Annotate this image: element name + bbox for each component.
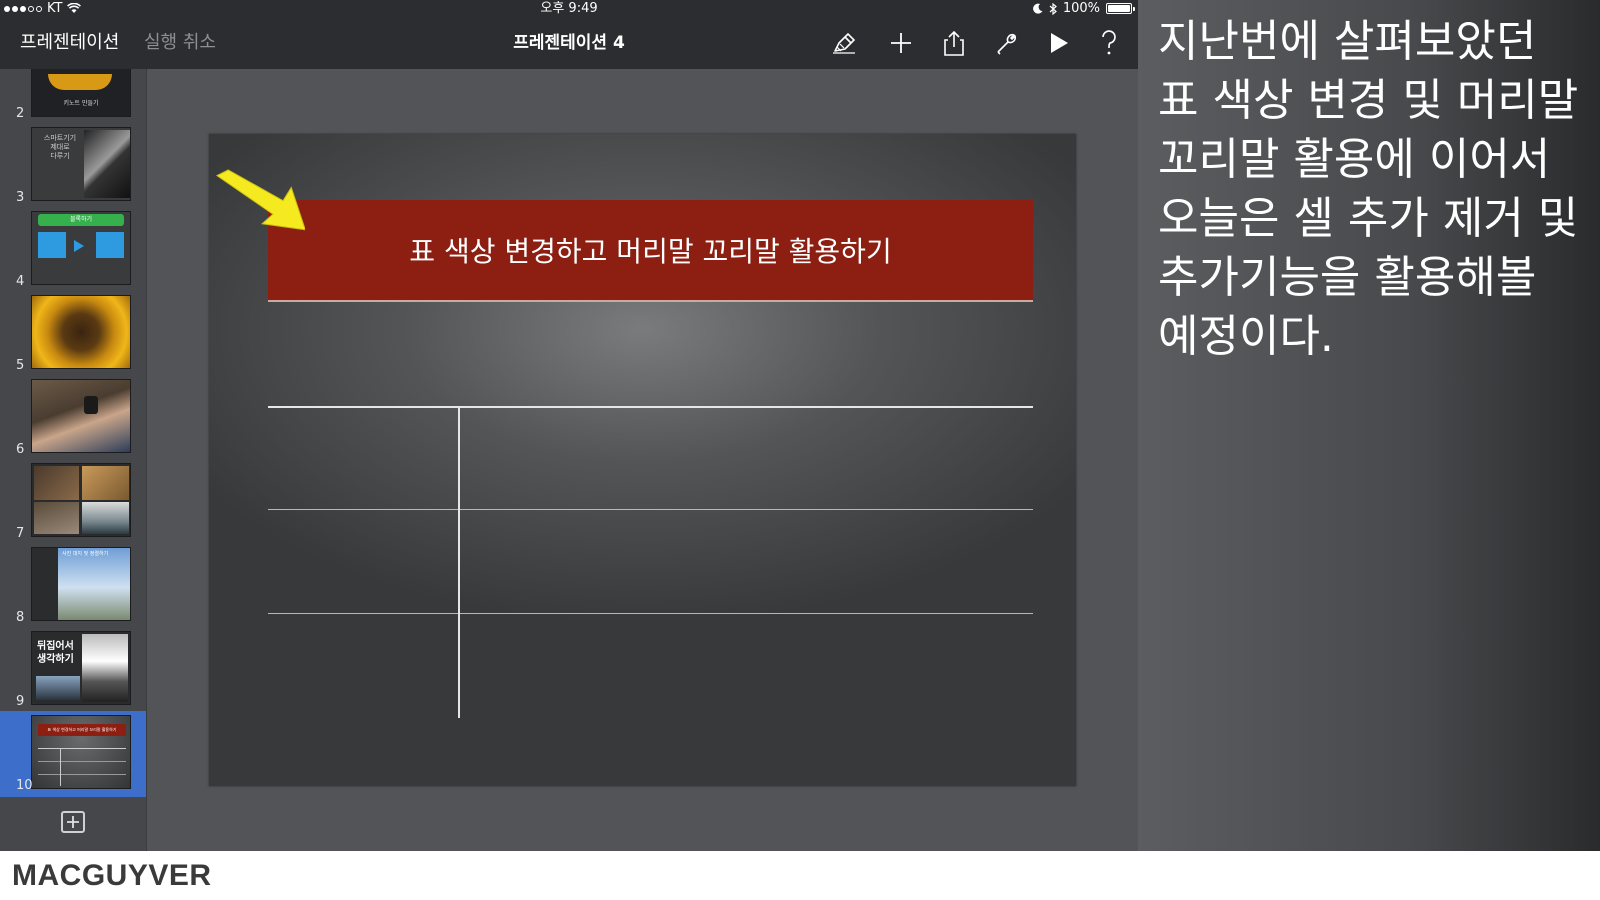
help-button[interactable] [1094, 29, 1124, 57]
slide-navigator: 키노트 만들기 2 스마트기기 제대로 다루기 3 블록하기 4 5 6 7 사… [0, 69, 147, 851]
status-time: 오후 9:49 [540, 1, 598, 16]
thumbnail-photo [84, 130, 130, 198]
play-icon [1051, 33, 1068, 53]
thumbnail-image: 뒤집어서 생각하기 [31, 631, 131, 705]
footer: MACGUYVER [0, 851, 1600, 900]
slide-number: 6 [16, 442, 25, 457]
keynote-app: KT 오후 9:49 100% 프레젠테이션 실행 취소 프레젠테이션 4 키노… [0, 0, 1138, 851]
plus-icon [67, 816, 79, 828]
slide-number: 5 [16, 358, 25, 373]
slide-thumbnail-8[interactable]: 사진 대지 및 정렬하기 8 [0, 543, 146, 629]
slide-thumbnail-10[interactable]: 표 색상 변경하고 머리말 꼬리말 활용하기 10 [0, 711, 146, 797]
watermark-logo: MACGUYVER [12, 859, 212, 892]
thumbnail-line: 다루기 [50, 152, 70, 160]
thumbnail-text: 사진 대지 및 정렬하기 [62, 551, 109, 557]
slide-thumbnail-2[interactable]: 키노트 만들기 2 [0, 69, 146, 125]
share-icon [944, 30, 964, 56]
table-cell[interactable] [460, 408, 1033, 509]
battery-icon [1106, 3, 1135, 14]
bluetooth-icon [1049, 2, 1057, 15]
wrench-icon [997, 33, 1017, 55]
presentations-back-button[interactable]: 프레젠테이션 [20, 17, 119, 69]
table-cell[interactable] [460, 510, 1033, 613]
slide-title-text: 표 색상 변경하고 머리말 꼬리말 활용하기 [409, 235, 892, 268]
undo-button[interactable]: 실행 취소 [144, 17, 216, 69]
thumbnail-text: 블록하기 [38, 214, 124, 226]
play-button[interactable] [1044, 29, 1074, 57]
help-icon [1102, 30, 1116, 55]
slide-number: 3 [16, 190, 25, 205]
slide-thumbnail-5[interactable]: 5 [0, 291, 146, 377]
table-cell[interactable] [460, 614, 1033, 718]
slide-thumbnail-7[interactable]: 7 [0, 459, 146, 545]
thumbnail-image: 표 색상 변경하고 머리말 꼬리말 활용하기 [31, 715, 131, 789]
thumbnail-text: 키노트 만들기 [63, 100, 99, 107]
yellow-arrow-icon[interactable] [213, 162, 305, 240]
slide-canvas[interactable]: 표 색상 변경하고 머리말 꼬리말 활용하기 [209, 134, 1076, 786]
slide-thumbnail-4[interactable]: 블록하기 4 [0, 207, 146, 293]
thumbnail-image: 키노트 만들기 [31, 69, 131, 117]
slide-title-box[interactable]: 표 색상 변경하고 머리말 꼬리말 활용하기 [268, 200, 1033, 302]
brush-icon [833, 32, 856, 54]
slide-number: 8 [16, 610, 25, 625]
status-bar: KT 오후 9:49 100% [0, 0, 1138, 17]
slide-thumbnail-9[interactable]: 뒤집어서 생각하기 9 [0, 627, 146, 713]
thumbnail-image [31, 463, 131, 537]
moon-icon [1032, 3, 1043, 14]
slide-thumbnail-3[interactable]: 스마트기기 제대로 다루기 3 [0, 123, 146, 209]
thumbnail-image [31, 379, 131, 453]
caption-text: 지난번에 살펴보았던 표 색상 변경 및 머리말 꼬리말 활용에 이어서 오늘은… [1158, 16, 1579, 362]
thumbnail-line: 생각하기 [37, 654, 74, 665]
thumbnail-image: 사진 대지 및 정렬하기 [31, 547, 131, 621]
thumbnail-image [31, 295, 131, 369]
table-cell[interactable] [268, 408, 458, 509]
format-brush-button[interactable] [829, 29, 859, 57]
table-cell[interactable] [268, 510, 458, 613]
slide-number: 4 [16, 274, 25, 289]
thumbnail-image: 스마트기기 제대로 다루기 [31, 127, 131, 201]
caption-panel: 지난번에 살펴보았던 표 색상 변경 및 머리말 꼬리말 활용에 이어서 오늘은… [1138, 0, 1600, 851]
slide-number: 10 [16, 778, 33, 793]
table-cell[interactable] [268, 614, 458, 718]
thumbnail-text: 표 색상 변경하고 머리말 꼬리말 활용하기 [38, 724, 126, 736]
battery-percent: 100% [1062, 1, 1100, 16]
slide-thumbnail-6[interactable]: 6 [0, 375, 146, 461]
slide-number: 9 [16, 694, 25, 709]
share-button[interactable] [939, 29, 969, 57]
slide-table[interactable] [268, 406, 1033, 718]
add-slide-button[interactable] [61, 811, 85, 833]
slide-number: 7 [16, 526, 25, 541]
plus-icon [891, 33, 911, 53]
thumbnail-image: 블록하기 [31, 211, 131, 285]
thumbnail-line: 제대로 [50, 143, 70, 151]
thumbnail-line: 스마트기기 [43, 134, 77, 142]
tools-button[interactable] [992, 29, 1022, 57]
slide-number: 2 [16, 106, 25, 121]
navigation-bar: 프레젠테이션 실행 취소 프레젠테이션 4 [0, 17, 1138, 69]
thumbnail-line: 뒤집어서 [37, 641, 74, 652]
status-right: 100% [1032, 0, 1135, 17]
insert-button[interactable] [886, 29, 916, 57]
